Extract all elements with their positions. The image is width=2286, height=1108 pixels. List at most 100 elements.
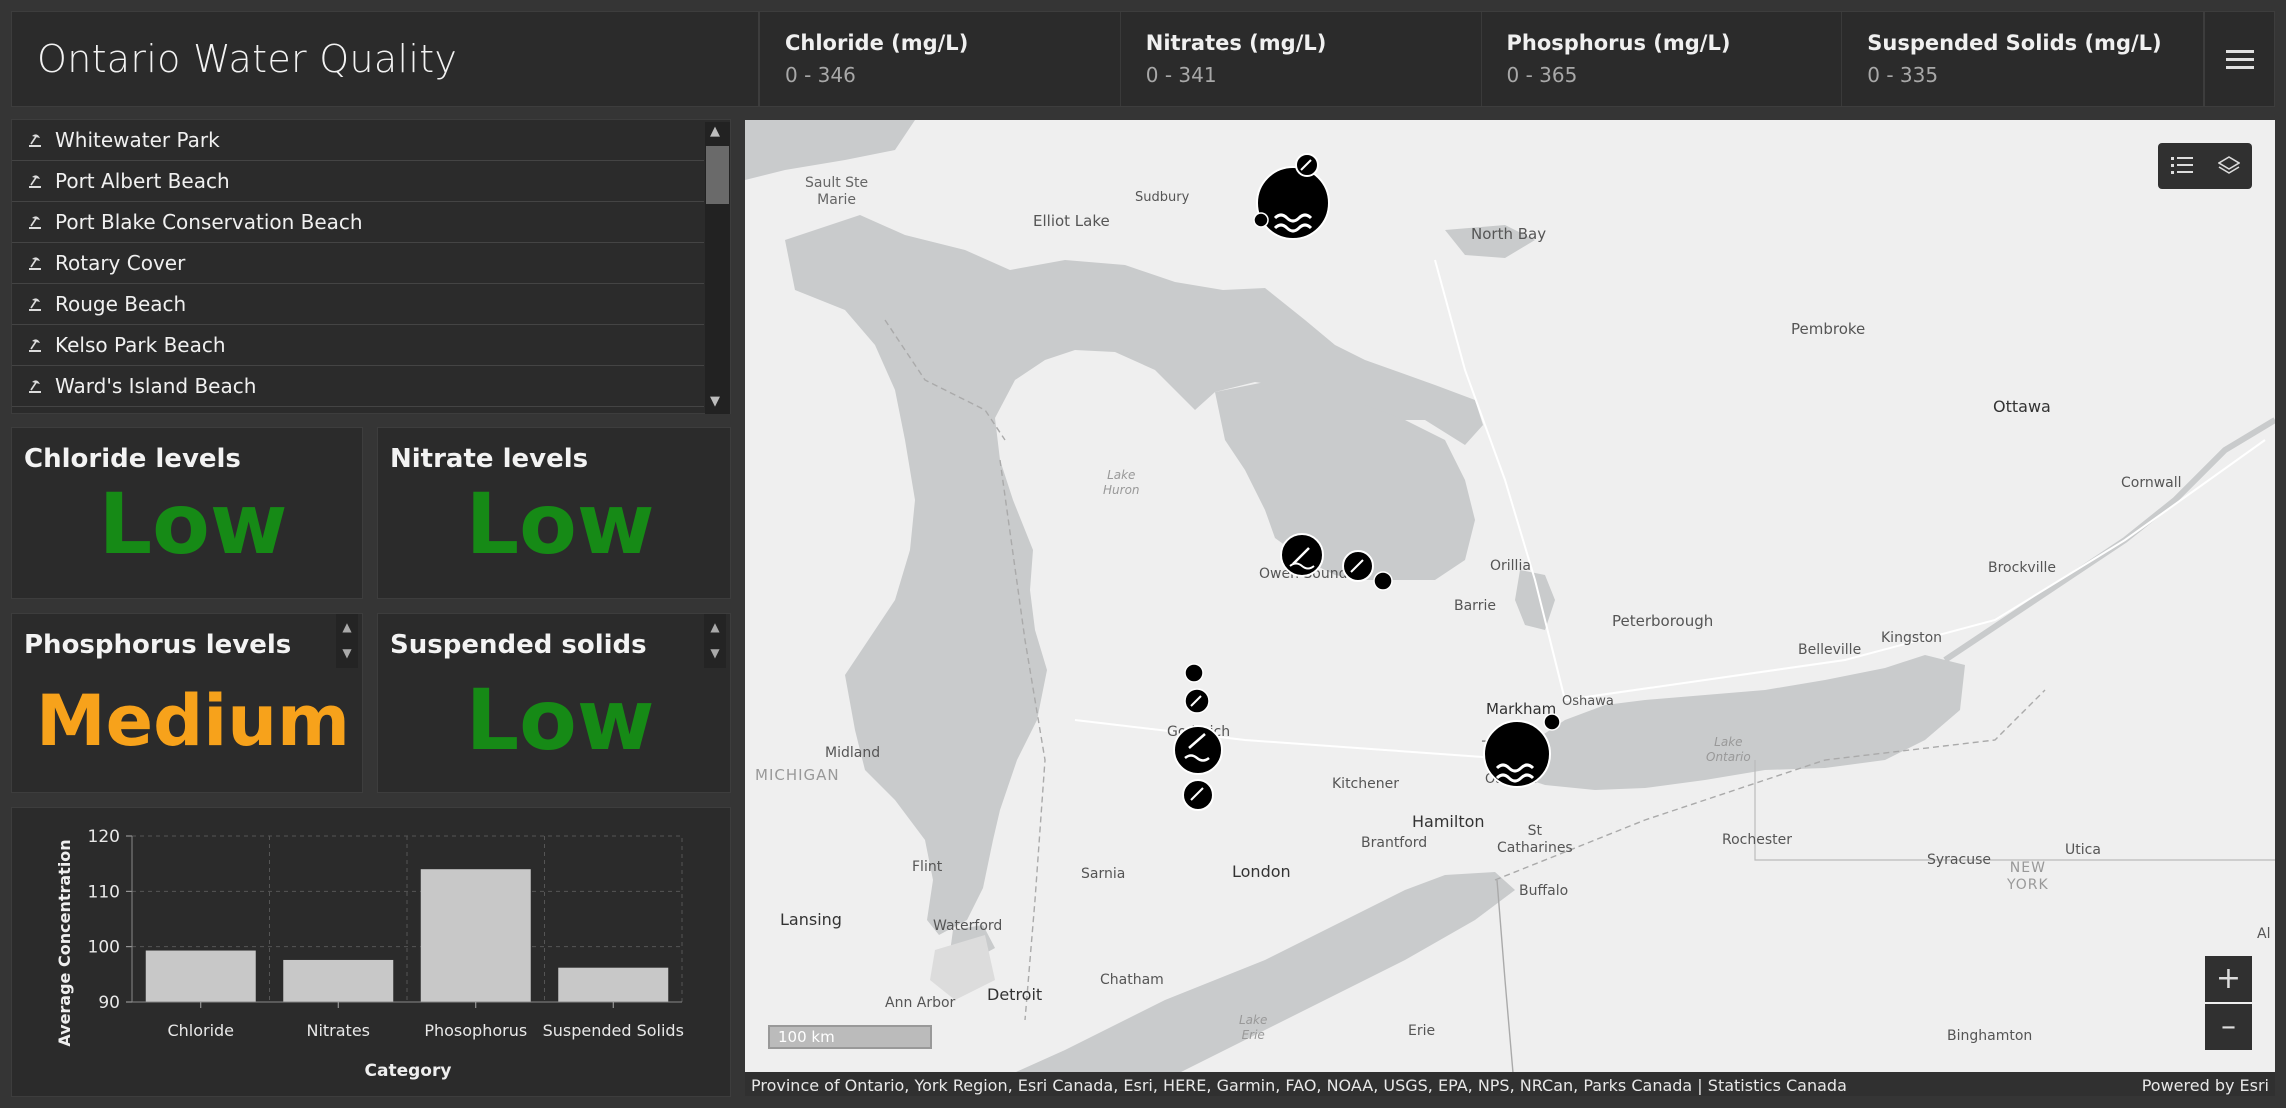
solids-card: Suspended solids Low ▲ ▼ — [377, 613, 731, 793]
beach-icon — [25, 335, 45, 355]
map-label: Ottawa — [1993, 397, 2051, 416]
chevron-up-icon[interactable]: ▲ — [704, 614, 726, 640]
list-scrollbar-thumb[interactable] — [706, 146, 729, 204]
map-label: St Catharines — [1497, 823, 1573, 857]
map-label: Chatham — [1100, 972, 1164, 988]
map-label-line: Catharines — [1497, 840, 1573, 856]
card-scroller[interactable]: ▲ ▼ — [336, 614, 358, 668]
card-value: Medium — [35, 680, 350, 762]
stat-nitrates: Nitrates (mg/L) 0 - 341 — [1121, 12, 1482, 106]
stat-range: 0 - 335 — [1867, 63, 1939, 87]
map-label: Detroit — [987, 985, 1043, 1004]
chloride-card: Chloride levels Low — [11, 427, 363, 599]
map-label: Al — [2257, 926, 2271, 942]
stat-solids: Suspended Solids (mg/L) 0 - 335 — [1842, 12, 2203, 106]
map-label: Kingston — [1881, 630, 1943, 646]
map-label: Elliot Lake — [1033, 212, 1110, 230]
bar[interactable] — [283, 959, 394, 1002]
map-label: Binghamton — [1947, 1028, 2033, 1044]
stat-phosphorus: Phosphorus (mg/L) 0 - 365 — [1482, 12, 1843, 106]
map-label: Ann Arbor — [885, 995, 956, 1011]
map-label: Sudbury — [1135, 190, 1190, 205]
map-label: Hamilton — [1412, 812, 1485, 831]
powered-by-link[interactable]: Powered by Esri — [2142, 1076, 2269, 1095]
stats-bar: Chloride (mg/L) 0 - 346 Nitrates (mg/L) … — [759, 11, 2204, 107]
map-label: Toronto — [1482, 739, 1534, 755]
map-label: NEW YORK — [2007, 860, 2049, 894]
list-icon — [2170, 157, 2193, 174]
map-label-line: Lake — [1107, 468, 1136, 482]
zoom-in-button[interactable]: + — [2205, 956, 2252, 1002]
list-item[interactable]: Rouge Beach — [12, 284, 704, 325]
beach-name: Rotary Cover — [55, 251, 186, 275]
bar[interactable] — [145, 950, 256, 1002]
map-label: Cornwall — [2121, 475, 2182, 491]
card-scroller[interactable]: ▲ ▼ — [704, 614, 726, 668]
zoom-out-button[interactable]: – — [2205, 1004, 2252, 1050]
bar[interactable] — [420, 869, 531, 1002]
chevron-up-icon[interactable]: ▲ — [336, 614, 358, 640]
stat-range: 0 - 341 — [1145, 63, 1217, 87]
map-label: Goderich — [1167, 724, 1231, 740]
chevron-down-icon[interactable]: ▼ — [704, 640, 726, 666]
list-item[interactable]: Port Blake Conservation Beach — [12, 202, 704, 243]
map-label: North Bay — [1471, 225, 1547, 243]
x-tick-label: Chloride — [167, 1021, 234, 1040]
nitrate-card: Nitrate levels Low — [377, 427, 731, 599]
map-label: MICHIGAN — [755, 766, 840, 784]
card-value: Low — [465, 475, 655, 573]
scroll-up-icon[interactable]: ▲ — [710, 124, 720, 139]
map-label-line: Ontario — [1706, 750, 1751, 764]
map-label-line: Marie — [817, 192, 857, 208]
chevron-down-icon[interactable]: ▼ — [336, 640, 358, 666]
list-item[interactable]: Rotary Cover — [12, 243, 704, 284]
card-title: Nitrate levels — [390, 444, 589, 474]
app-title: Ontario Water Quality — [37, 37, 458, 81]
stat-name: Suspended Solids (mg/L) — [1867, 31, 2162, 55]
beach-name: Port Albert Beach — [55, 169, 230, 193]
map-label: Lake Erie — [1239, 1013, 1267, 1043]
map-label: Oshawa — [1562, 694, 1614, 709]
beach-icon — [25, 376, 45, 396]
beach-name: Rouge Beach — [55, 292, 187, 316]
map-label-line: Lake — [1239, 1013, 1268, 1027]
map-label: Markham — [1486, 700, 1557, 718]
bar-chart: 90 100 110 120 Chloride Nitrates Phosophorus S… — [55, 827, 684, 1081]
scroll-down-icon[interactable]: ▼ — [710, 394, 720, 409]
legend-button[interactable] — [2158, 143, 2205, 189]
phosphorus-card: Phosphorus levels Medium ▲ ▼ — [11, 613, 363, 793]
minus-icon: – — [2221, 1009, 2236, 1044]
y-tick-label: 120 — [88, 827, 120, 847]
stat-name: Phosphorus (mg/L) — [1506, 31, 1731, 55]
y-tick-label: 100 — [88, 938, 120, 958]
bar[interactable] — [558, 967, 669, 1002]
map-label: Brantford — [1361, 835, 1428, 851]
map-label: Sarnia — [1081, 866, 1126, 882]
x-axis-label: Category — [365, 1061, 452, 1081]
y-axis-label: Average Concentration — [55, 839, 74, 1046]
hamburger-menu-button[interactable] — [2204, 11, 2275, 107]
concentration-chart: 90 100 110 120 Chloride Nitrates Phosophorus S… — [11, 807, 731, 1097]
map-view[interactable]: Sault Ste Marie Elliot Lake Sudbury North… — [745, 120, 2275, 1096]
map-label: Erie — [1408, 1023, 1436, 1039]
list-item[interactable]: Ward's Island Beach — [12, 366, 704, 407]
map-label: Midland — [825, 745, 881, 761]
map-label: Lansing — [780, 910, 842, 929]
list-item[interactable]: Whitewater Park — [12, 120, 704, 161]
basemap[interactable] — [745, 120, 2275, 1096]
map-label: Waterford — [933, 918, 1003, 934]
layers-button[interactable] — [2205, 143, 2252, 189]
map-label: London — [1232, 862, 1291, 881]
card-title: Phosphorus levels — [24, 630, 292, 660]
beach-icon — [25, 130, 45, 150]
x-tick-label: Nitrates — [306, 1021, 370, 1040]
beach-name: Ward's Island Beach — [55, 374, 257, 398]
map-label: Pembroke — [1791, 320, 1866, 338]
map-label: Kitchener — [1332, 776, 1399, 792]
title-bar: Ontario Water Quality — [11, 11, 759, 107]
list-item[interactable]: Kelso Park Beach — [12, 325, 704, 366]
list-item[interactable]: Port Albert Beach — [12, 161, 704, 202]
card-title: Chloride levels — [24, 444, 241, 474]
map-label: Brockville — [1988, 560, 2056, 576]
y-tick-label: 90 — [98, 993, 120, 1013]
